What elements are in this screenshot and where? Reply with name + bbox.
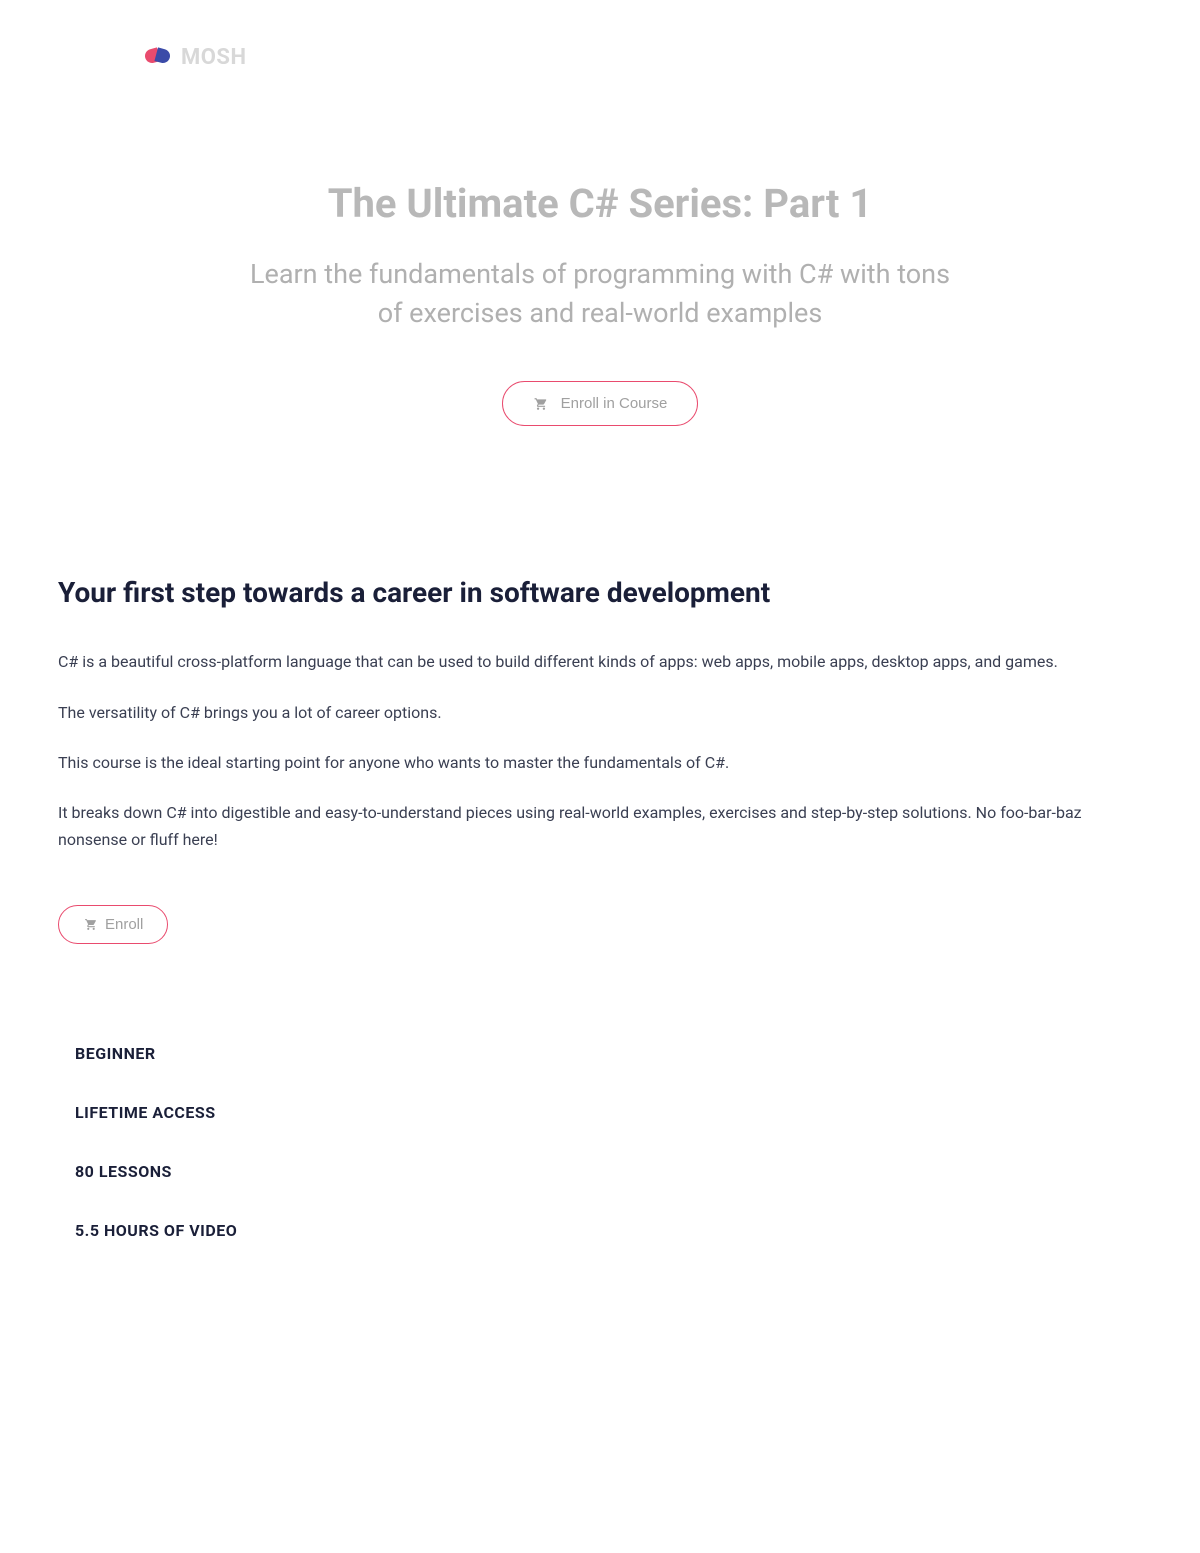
enroll-course-button[interactable]: Enroll in Course (502, 381, 699, 426)
content-section: Your first step towards a career in soft… (0, 426, 1200, 944)
body-paragraph: C# is a beautiful cross-platform languag… (58, 649, 1142, 675)
cart-icon (533, 397, 549, 411)
page-subtitle: Learn the fundamentals of programming wi… (240, 255, 960, 333)
feature-item: BEGINNER (75, 1044, 1125, 1063)
enroll-button[interactable]: Enroll (58, 905, 168, 944)
features-list: BEGINNER LIFETIME ACCESS 80 LESSONS 5.5 … (0, 944, 1200, 1240)
feature-item: 5.5 HOURS OF VIDEO (75, 1221, 1125, 1240)
enroll-course-label: Enroll in Course (561, 395, 668, 412)
logo-text: MOSH (181, 45, 247, 70)
cart-icon (83, 918, 99, 932)
section-heading: Your first step towards a career in soft… (58, 576, 1142, 609)
feature-item: 80 LESSONS (75, 1162, 1125, 1181)
body-paragraph: The versatility of C# brings you a lot o… (58, 700, 1142, 726)
page-title: The Ultimate C# Series: Part 1 (0, 180, 1200, 227)
enroll-label: Enroll (105, 916, 143, 933)
feature-item: LIFETIME ACCESS (75, 1103, 1125, 1122)
logo[interactable]: MOSH (145, 45, 247, 70)
logo-icon (145, 49, 173, 67)
body-paragraph: It breaks down C# into digestible and ea… (58, 800, 1142, 853)
body-paragraph: This course is the ideal starting point … (58, 750, 1142, 776)
